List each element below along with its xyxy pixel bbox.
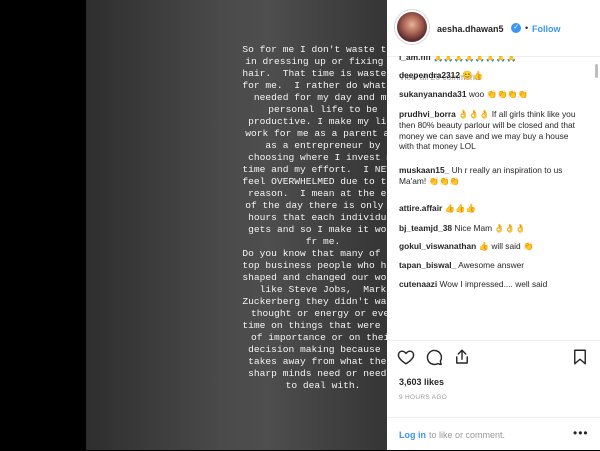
comment-username[interactable]: cutenaazi [399,279,437,289]
comment-username[interactable]: i_am.fifi [399,56,431,62]
comment-item: deependra2312 😊👍 [399,70,579,81]
separator-dot: • [525,23,529,33]
story-image: So for me I don't waste time in dressing… [86,0,404,450]
comment-username[interactable]: prudhvi_borra [399,109,456,119]
comment-username[interactable]: bj_teamjd_38 [399,223,452,233]
comment-username[interactable]: sukanyananda31 [399,89,467,99]
post-header: aesha.dhawan5 ✓ • Follow [387,0,600,57]
follow-button[interactable]: Follow [532,24,561,34]
post-time: 9 HOURS AGO [399,394,448,401]
comment-text: 👍 will said 👏 [478,241,534,251]
comment-username[interactable]: attire.affair [399,203,442,213]
comments-section[interactable]: View all 26 comments singhbittu333 Yep r… [387,56,600,340]
bookmark-icon[interactable] [571,348,589,366]
scrollbar[interactable] [595,64,598,78]
username-link[interactable]: aesha.dhawan5 [437,24,504,34]
comment-icon[interactable] [425,348,443,366]
comment-item: bj_teamjd_38 Nice Mam 👌👌👌 [399,223,579,234]
comment-item: sukanyananda31 woo 👏👏👏👏 [399,89,579,100]
more-options-icon[interactable]: ••• [573,426,589,440]
comment-item: muskaan15_ Uh r really an inspiration to… [399,165,579,187]
comment-text: Nice Mam 👌👌👌 [454,223,526,233]
verified-badge-icon: ✓ [511,23,521,33]
login-footer: Log in to like or comment. ••• [387,417,600,451]
heart-icon[interactable] [397,348,415,366]
login-prompt-text: to like or comment. [429,430,506,440]
action-bar [387,340,600,369]
comment-username[interactable]: muskaan15_ [399,165,449,175]
comment-username[interactable]: deependra2312 [399,70,460,80]
instagram-post-view: So for me I don't waste time in dressing… [0,0,600,450]
comment-item: cutenaazi Wow I impressed.... well said [399,279,579,290]
share-icon[interactable] [453,348,471,366]
comment-text: woo 👏👏👏👏 [468,89,529,99]
likes-count[interactable]: 3,603 likes [399,377,444,387]
comment-item: gokul_viswanathan 👍 will said 👏 [399,241,579,252]
comment-username[interactable]: gokul_viswanathan [399,241,476,251]
comment-item: prudhvi_borra 👌👌👌 If all girls think lik… [399,109,579,152]
comment-item: i_am.fifi 🙏🙏🙏🙏🙏🙏🙏🙏 [399,56,579,63]
comment-text: Awesome answer [458,260,525,270]
comment-text: 🙏🙏🙏🙏🙏🙏🙏🙏 [432,56,517,62]
login-link[interactable]: Log in [399,430,426,440]
comment-text: 😊👍 [462,70,484,80]
comment-text: 👍👍👍 [444,203,476,213]
comment-text: Wow I impressed.... well said [439,279,548,289]
avatar[interactable] [397,12,427,42]
comment-username[interactable]: tapan_biswal_ [399,260,456,270]
comment-item: attire.affair 👍👍👍 [399,203,579,214]
post-sidebar: aesha.dhawan5 ✓ • Follow View all 26 com… [387,0,600,450]
comment-item: tapan_biswal_ Awesome answer [399,260,579,271]
